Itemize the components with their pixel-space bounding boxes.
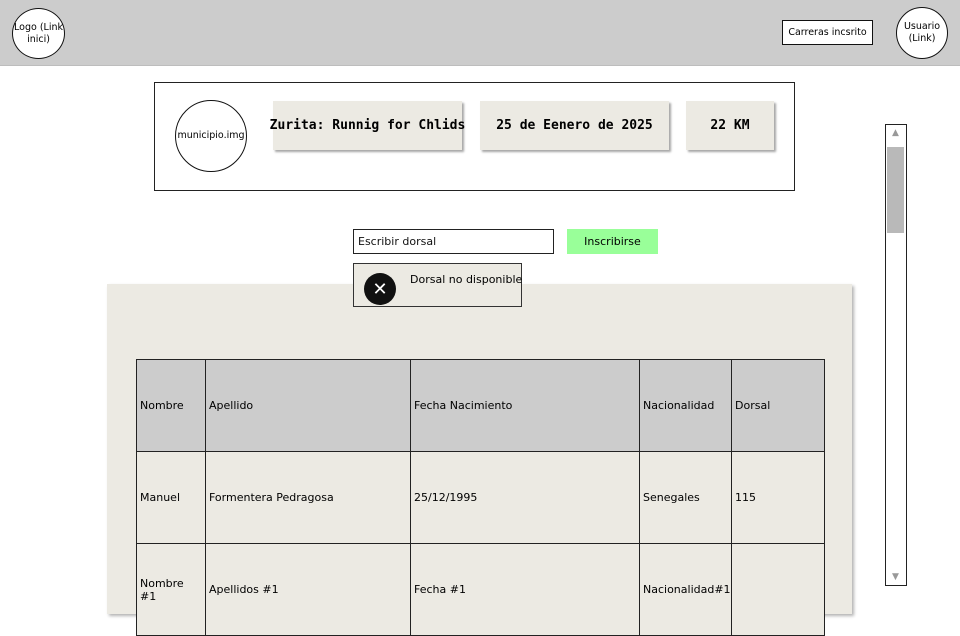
- table-cell: Manuel: [136, 451, 206, 544]
- column-header: Nacionalidad: [639, 359, 732, 452]
- event-distance: 22 KM: [686, 101, 774, 150]
- scroll-thumb[interactable]: [887, 147, 904, 233]
- enroll-button[interactable]: Inscribirse: [567, 229, 658, 254]
- vertical-scrollbar[interactable]: ▲ ▼: [885, 124, 907, 586]
- table-cell: 115: [731, 451, 825, 544]
- event-date: 25 de Eenero de 2025: [480, 101, 669, 150]
- column-header: Apellido: [205, 359, 411, 452]
- table-cell: Formentera Pedragosa: [205, 451, 411, 544]
- table-cell: Nombre #1: [136, 543, 206, 636]
- table-cell: 25/12/1995: [410, 451, 640, 544]
- event-title: Zurita: Runnig for Chlids: [270, 101, 465, 150]
- table-cell: Fecha #1: [410, 543, 640, 636]
- logo-link[interactable]: Logo (Link inici): [12, 8, 65, 59]
- table-row: Nombre #1 Apellidos #1 Fecha #1 Nacional…: [136, 543, 825, 636]
- scroll-down-icon[interactable]: ▼: [886, 570, 905, 584]
- registered-races-button[interactable]: Carreras incsrito: [782, 20, 873, 45]
- registered-races-label: Carreras incsrito: [788, 27, 867, 38]
- column-header: Dorsal: [731, 359, 825, 452]
- column-header: Nombre: [136, 359, 206, 452]
- top-bar: Logo (Link inici) Carreras incsrito Usua…: [0, 0, 960, 66]
- table-row: Manuel Formentera Pedragosa 25/12/1995 S…: [136, 451, 825, 544]
- dorsal-input[interactable]: [353, 229, 554, 254]
- error-alert: ✕ Dorsal no disponible: [353, 263, 522, 307]
- municipality-image-label: municipio.img: [177, 130, 245, 141]
- enroll-button-label: Inscribirse: [584, 235, 641, 248]
- scroll-up-icon[interactable]: ▲: [886, 126, 905, 140]
- user-link[interactable]: Usuario (Link): [896, 7, 948, 59]
- user-label: Usuario (Link): [903, 21, 941, 44]
- logo-label: Logo (Link inici): [14, 21, 63, 45]
- participants-table: Nombre Apellido Fecha Nacimiento Naciona…: [136, 359, 825, 636]
- table-cell: Nacionalidad#1: [639, 543, 732, 636]
- table-cell: [731, 543, 825, 636]
- municipality-image: municipio.img: [175, 100, 247, 172]
- table-cell: Apellidos #1: [205, 543, 411, 636]
- column-header: Fecha Nacimiento: [410, 359, 640, 452]
- table-cell: Senegales: [639, 451, 732, 544]
- table-header-row: Nombre Apellido Fecha Nacimiento Naciona…: [136, 359, 825, 452]
- alert-message: Dorsal no disponible: [410, 273, 523, 286]
- event-panel: municipio.img Zurita: Runnig for Chlids …: [154, 82, 795, 191]
- close-icon: ✕: [364, 273, 396, 305]
